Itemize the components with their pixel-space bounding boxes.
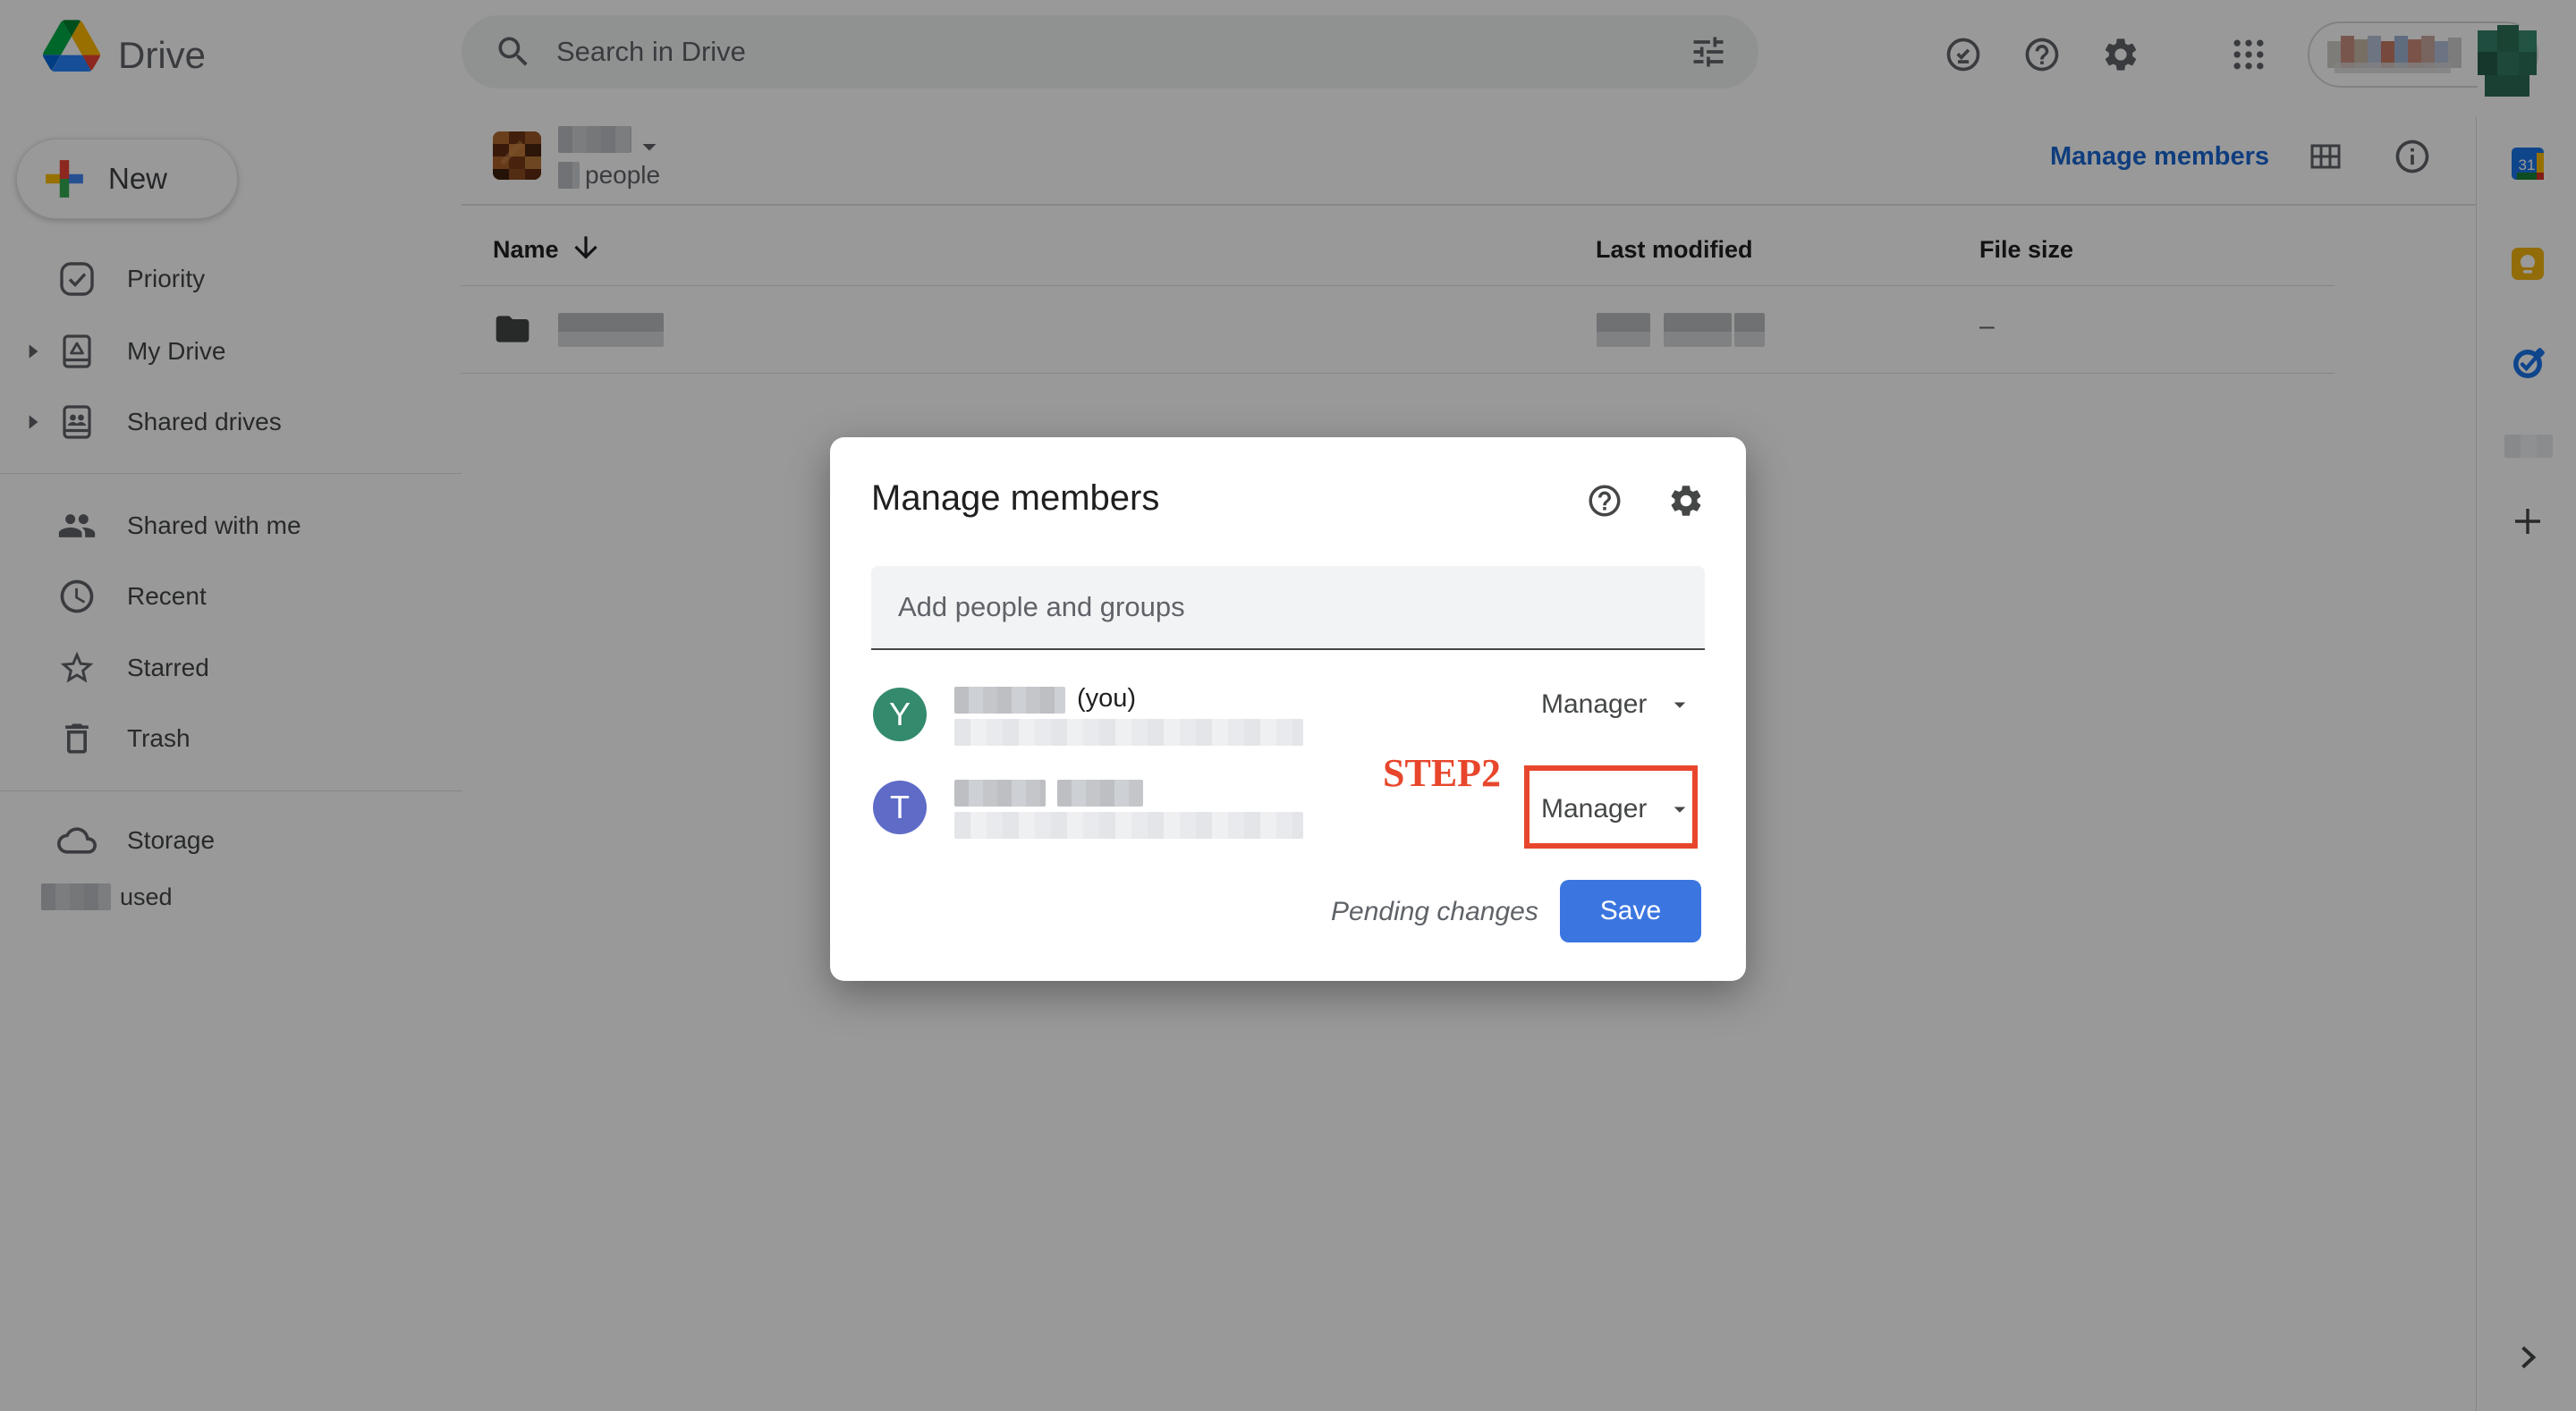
- member-you-label: (you): [1077, 684, 1136, 714]
- role-dropdown[interactable]: Manager: [1541, 689, 1693, 720]
- avatar-initial: Y: [889, 696, 911, 733]
- member-avatar: T: [873, 781, 927, 834]
- role-value: Manager: [1541, 689, 1647, 720]
- step2-highlight-box: [1524, 765, 1698, 849]
- avatar-initial: T: [890, 789, 910, 826]
- member-avatar: Y: [873, 688, 927, 741]
- dialog-settings-gear-icon[interactable]: [1667, 482, 1705, 520]
- dropdown-arrow-icon: [1666, 691, 1693, 718]
- member-name-redacted: [954, 687, 1065, 714]
- member-row: Y (you) Manager: [830, 679, 1746, 768]
- manage-members-dialog: Manage members Y (you) Manager T Manager: [830, 437, 1746, 981]
- add-people-input[interactable]: [871, 566, 1705, 650]
- pending-changes-label: Pending changes: [1331, 897, 1538, 927]
- dialog-help-icon[interactable]: [1586, 482, 1623, 520]
- member-name-redacted: [954, 780, 1046, 807]
- member-email-redacted: [954, 719, 1303, 746]
- dialog-title: Manage members: [871, 478, 1159, 519]
- member-name-redacted: [1057, 780, 1143, 807]
- member-email-redacted: [954, 812, 1303, 839]
- save-button[interactable]: Save: [1560, 880, 1701, 942]
- step2-annotation: STEP2: [1383, 750, 1501, 796]
